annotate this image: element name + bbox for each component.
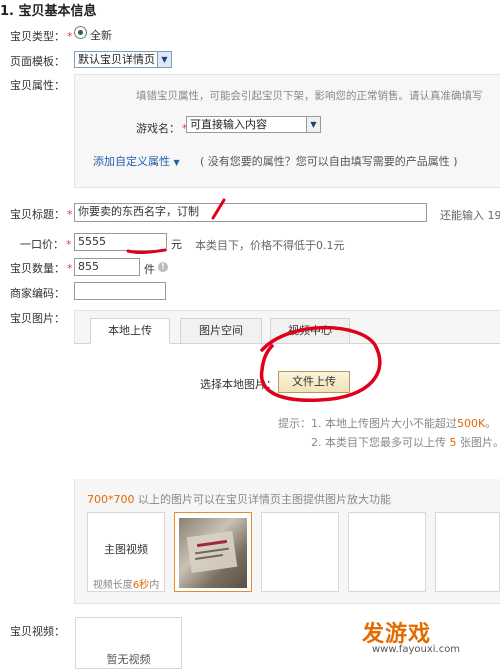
upload-circle-mark <box>259 325 382 402</box>
price-underline-mark <box>126 248 167 255</box>
red-annotations <box>126 198 382 402</box>
watermark-url: www.fayouxi.com <box>372 644 461 655</box>
tab-local-upload[interactable]: 本地上传 <box>90 318 170 344</box>
title-slash-mark <box>211 198 226 220</box>
